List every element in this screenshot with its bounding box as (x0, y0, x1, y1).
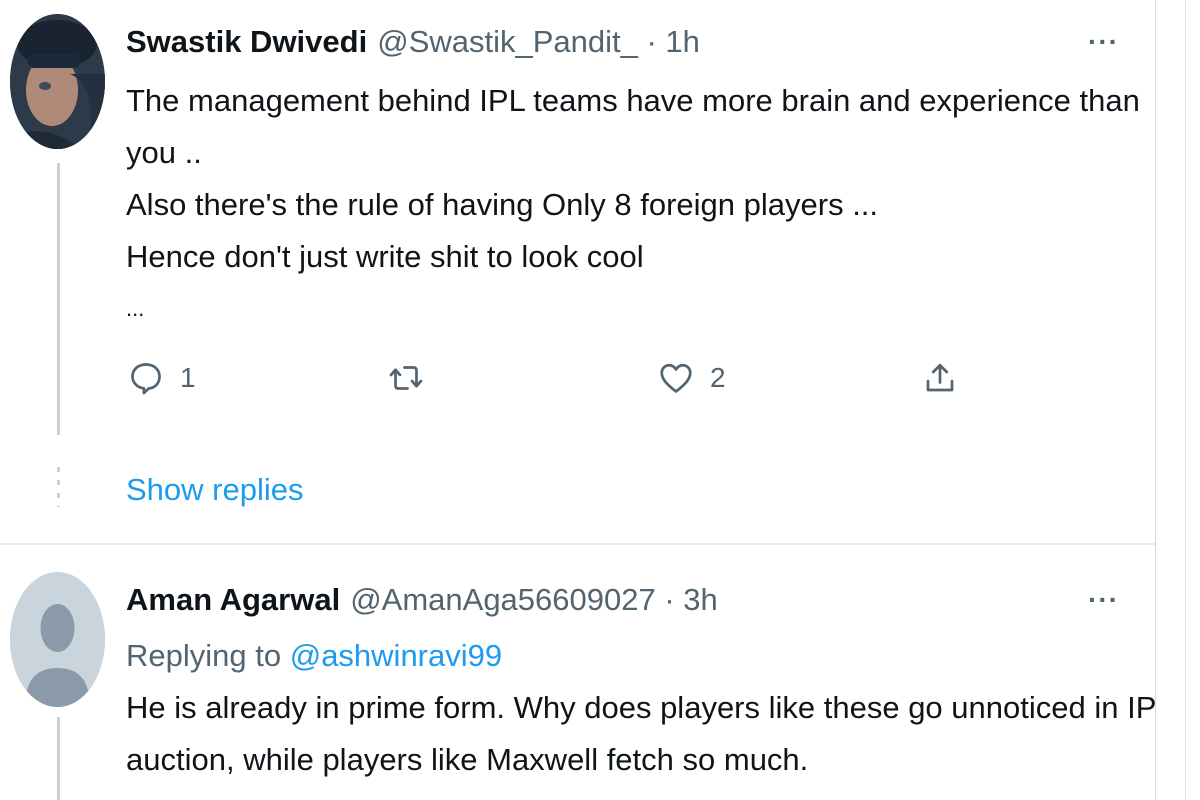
like-count: 2 (710, 362, 726, 393)
share-icon (926, 363, 954, 392)
avatar-photo (10, 14, 105, 149)
like-button[interactable]: 2 (658, 360, 726, 396)
tweet-line-ellipsis: ... (126, 296, 145, 321)
author-handle-time[interactable]: @Swastik_Pandit_ · 1h (377, 24, 700, 59)
reply-button[interactable]: 1 (128, 360, 196, 396)
replying-prefix: Replying to (126, 638, 290, 673)
thread-line (57, 717, 60, 800)
timeline: Swastik Dwivedi @Swastik_Pandit_ · 1h ···… (0, 0, 1156, 800)
author-handle-time[interactable]: @AmanAga56609027 · 3h (350, 582, 718, 617)
tweet-line: He is already in prime form. Why does pl… (126, 690, 1156, 725)
avatar[interactable] (10, 14, 105, 149)
default-avatar-icon (10, 572, 105, 707)
show-replies-link[interactable]: Show replies (126, 470, 303, 510)
replying-to: Replying to @ashwinravi99 (126, 630, 1075, 682)
replying-handle-link[interactable]: @ashwinravi99 (290, 638, 502, 673)
share-button[interactable] (922, 360, 958, 396)
tweet-actions: 1 2 (0, 360, 1155, 410)
tweet-line: you .. (126, 135, 202, 170)
tweet-divider (0, 543, 1155, 545)
tweet-line: auction, while players like Maxwell fetc… (126, 742, 809, 777)
thread-gap-indicator (57, 467, 60, 507)
tweet-line: Also there's the rule of having Only 8 f… (126, 187, 879, 222)
retweet-button[interactable] (388, 360, 424, 396)
tweet-text: Replying to @ashwinravi99 He is already … (126, 630, 1156, 786)
more-options-icon[interactable]: ··· (1088, 28, 1119, 56)
like-icon (660, 363, 692, 393)
tweet-line: The management behind IPL teams have mor… (126, 83, 1140, 118)
tweet-text: The management behind IPL teams have mor… (126, 75, 1140, 335)
tweet-header: Aman Agarwal @AmanAga56609027 · 3h (126, 580, 718, 620)
tweet[interactable]: Swastik Dwivedi @Swastik_Pandit_ · 1h ···… (0, 0, 1155, 543)
author-name[interactable]: Aman Agarwal (126, 582, 340, 617)
author-name[interactable]: Swastik Dwivedi (126, 24, 367, 59)
tweet-header: Swastik Dwivedi @Swastik_Pandit_ · 1h (126, 22, 700, 62)
reply-count: 1 (180, 362, 196, 393)
right-edge-border (1185, 0, 1186, 800)
retweet-icon (389, 366, 423, 390)
avatar[interactable] (10, 572, 105, 707)
tweet-line: Hence don't just write shit to look cool (126, 239, 644, 274)
reply-icon (131, 363, 161, 395)
more-options-icon[interactable]: ··· (1088, 586, 1119, 614)
